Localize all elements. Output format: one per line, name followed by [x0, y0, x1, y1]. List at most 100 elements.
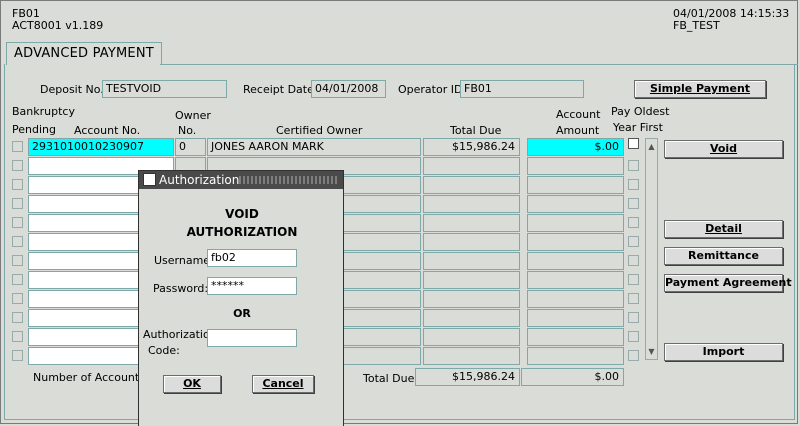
account-amount-cell[interactable]	[527, 328, 624, 346]
pay-oldest-checkbox[interactable]	[628, 255, 639, 266]
col-owner-2: No.	[178, 124, 197, 137]
bankruptcy-checkbox[interactable]	[12, 293, 23, 304]
dialog-heading-void: VOID	[225, 207, 259, 221]
bankruptcy-checkbox[interactable]	[12, 236, 23, 247]
remittance-button[interactable]: Remittance	[664, 247, 783, 265]
pay-oldest-checkbox[interactable]	[628, 312, 639, 323]
username-label: Username:	[154, 254, 214, 267]
title-grip	[239, 176, 337, 184]
bankruptcy-checkbox[interactable]	[12, 198, 23, 209]
total-due-cell[interactable]	[423, 309, 520, 327]
total-due-cell[interactable]	[423, 233, 520, 251]
auth-code-field[interactable]	[207, 329, 297, 347]
total-due-cell[interactable]	[423, 157, 520, 175]
account-amount-cell[interactable]: $.00	[527, 138, 624, 156]
bankruptcy-checkbox[interactable]	[12, 217, 23, 228]
operator-id-field[interactable]: FB01	[460, 80, 584, 98]
bankruptcy-checkbox[interactable]	[12, 179, 23, 190]
pay-oldest-checkbox[interactable]	[628, 350, 639, 361]
authorization-dialog: Authorization VOID AUTHORIZATION Usernam…	[138, 170, 344, 426]
account-amount-cell[interactable]	[527, 233, 624, 251]
ok-button[interactable]: OK	[163, 375, 221, 393]
detail-label: Detail	[705, 222, 742, 235]
dialog-title-bar[interactable]: Authorization	[139, 171, 343, 189]
footer-total-amount-field: $.00	[521, 368, 624, 386]
total-due-cell[interactable]	[423, 328, 520, 346]
pay-oldest-checkbox[interactable]	[628, 236, 639, 247]
account-amount-cell[interactable]	[527, 157, 624, 175]
deposit-no-field[interactable]: TESTVOID	[102, 80, 227, 98]
pay-oldest-checkbox[interactable]	[628, 217, 639, 228]
account-amount-cell[interactable]	[527, 290, 624, 308]
bankruptcy-checkbox[interactable]	[12, 160, 23, 171]
pay-oldest-checkbox[interactable]	[628, 160, 639, 171]
col-pay-oldest-1: Pay Oldest	[611, 105, 670, 118]
total-due-cell[interactable]	[423, 195, 520, 213]
account-amount-cell[interactable]	[527, 252, 624, 270]
total-due-cell[interactable]: $15,986.24	[423, 138, 520, 156]
password-field[interactable]: ******	[207, 277, 297, 295]
account-amount-cell[interactable]	[527, 195, 624, 213]
col-account-no: Account No.	[74, 124, 141, 137]
void-label: Void	[709, 142, 738, 155]
auth-code-label-1: Authorization	[143, 328, 217, 341]
total-due-cell[interactable]	[423, 252, 520, 270]
dialog-title: Authorization	[159, 173, 240, 187]
pay-oldest-checkbox[interactable]	[628, 293, 639, 304]
simple-payment-button[interactable]: Simple Payment	[634, 80, 766, 98]
grid-scrollbar[interactable]: ▲ ▼	[645, 138, 658, 360]
col-bankruptcy-1: Bankruptcy	[12, 105, 75, 118]
receipt-date-label: Receipt Date	[243, 83, 314, 96]
col-total-due: Total Due	[450, 124, 502, 137]
owner-no-cell[interactable]: 0	[175, 138, 206, 156]
operator-id-label: Operator ID	[398, 83, 463, 96]
account-amount-cell[interactable]	[527, 176, 624, 194]
bankruptcy-checkbox[interactable]	[12, 274, 23, 285]
scroll-up-icon[interactable]: ▲	[647, 142, 656, 151]
footer-total-due-field: $15,986.24	[415, 368, 520, 386]
scroll-down-icon[interactable]: ▼	[647, 347, 656, 356]
import-button[interactable]: Import	[664, 343, 783, 361]
cancel-button[interactable]: Cancel	[252, 375, 314, 393]
bankruptcy-checkbox[interactable]	[12, 141, 23, 152]
pay-oldest-checkbox[interactable]	[628, 331, 639, 342]
bankruptcy-checkbox[interactable]	[12, 312, 23, 323]
pay-oldest-checkbox[interactable]	[628, 198, 639, 209]
col-bankruptcy-2: Pending	[12, 123, 56, 136]
database-label: FB_TEST	[673, 19, 720, 32]
pay-oldest-checkbox[interactable]	[628, 179, 639, 190]
certified-owner-cell[interactable]: JONES AARON MARK	[207, 138, 421, 156]
account-amount-cell[interactable]	[527, 309, 624, 327]
cancel-label: Cancel	[262, 377, 304, 390]
or-separator: OR	[233, 307, 251, 320]
account-no-cell[interactable]: 2931010010230907	[28, 138, 174, 156]
username-field[interactable]: fb02	[207, 249, 297, 267]
total-due-cell[interactable]	[423, 290, 520, 308]
footer-total-due-label: Total Due	[363, 372, 415, 385]
simple-payment-label: Simple Payment	[649, 82, 751, 95]
account-amount-cell[interactable]	[527, 347, 624, 365]
dialog-heading-authorization: AUTHORIZATION	[186, 225, 298, 239]
pay-oldest-checkbox[interactable]	[628, 274, 639, 285]
bankruptcy-checkbox[interactable]	[12, 255, 23, 266]
account-amount-cell[interactable]	[527, 271, 624, 289]
password-label: Password:	[153, 282, 209, 295]
total-due-cell[interactable]	[423, 214, 520, 232]
tab-advanced-payment[interactable]: ADVANCED PAYMENT	[6, 42, 162, 65]
receipt-date-field[interactable]: 04/01/2008	[311, 80, 386, 98]
bankruptcy-checkbox[interactable]	[12, 331, 23, 342]
col-pay-oldest-2: Year First	[613, 121, 663, 134]
total-due-cell[interactable]	[423, 347, 520, 365]
void-button[interactable]: Void	[664, 140, 783, 158]
pay-oldest-checkbox[interactable]	[628, 138, 639, 149]
detail-button[interactable]: Detail	[664, 220, 783, 238]
ok-label: OK	[183, 377, 201, 390]
payment-agreement-button[interactable]: Payment Agreement	[664, 274, 792, 292]
col-account-amount-1: Account	[556, 108, 601, 121]
col-owner-1: Owner	[175, 109, 211, 122]
col-certified-owner: Certified Owner	[276, 124, 363, 137]
account-amount-cell[interactable]	[527, 214, 624, 232]
total-due-cell[interactable]	[423, 176, 520, 194]
total-due-cell[interactable]	[423, 271, 520, 289]
bankruptcy-checkbox[interactable]	[12, 350, 23, 361]
